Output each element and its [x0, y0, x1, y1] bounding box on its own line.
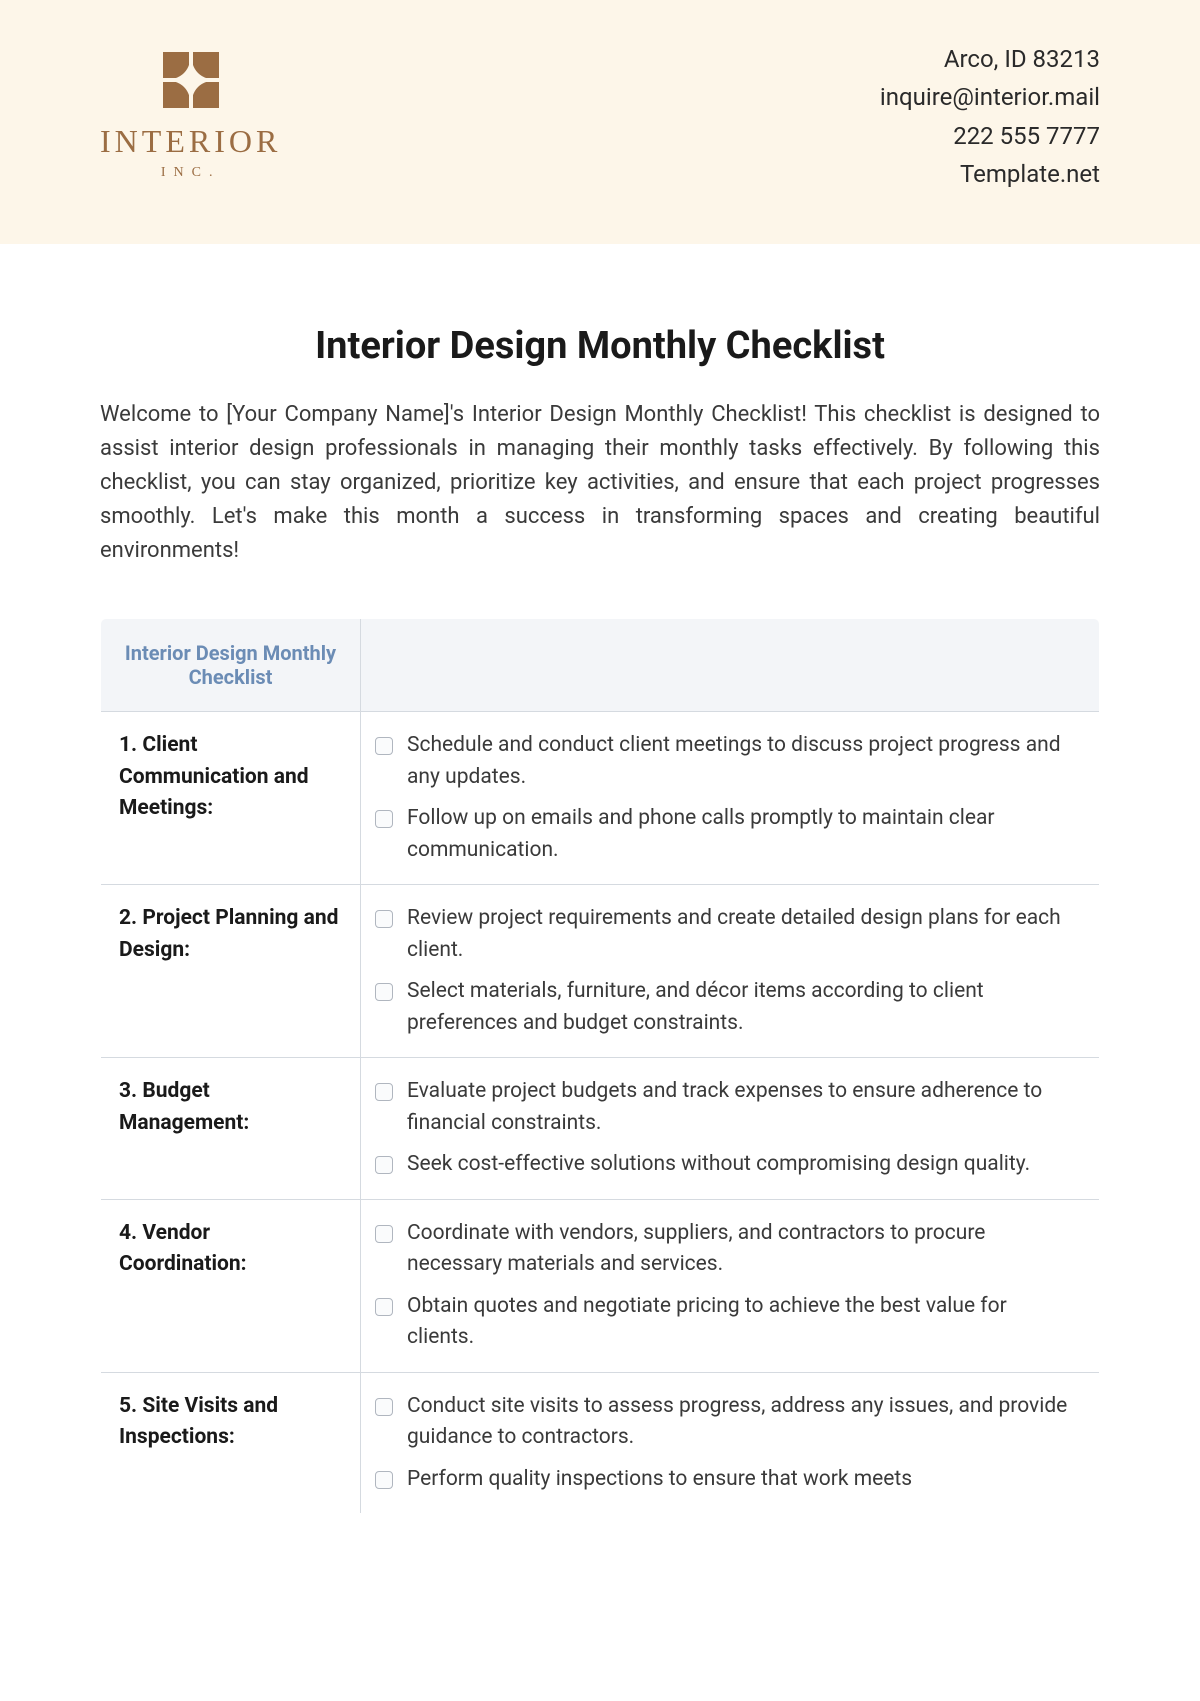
task-item: Review project requirements and create d… [375, 903, 1079, 966]
checkbox[interactable] [375, 1298, 393, 1316]
checkbox[interactable] [375, 1083, 393, 1101]
task-item: Perform quality inspections to ensure th… [375, 1464, 1079, 1496]
contact-website: Template.net [880, 155, 1100, 193]
task-text: Follow up on emails and phone calls prom… [407, 803, 1079, 866]
task-text: Perform quality inspections to ensure th… [407, 1464, 912, 1496]
task-text: Obtain quotes and negotiate pricing to a… [407, 1291, 1079, 1354]
company-suffix: INC. [161, 165, 221, 181]
page-header: INTERIOR INC. Arco, ID 83213 inquire@int… [0, 0, 1200, 244]
contact-phone: 222 555 7777 [880, 117, 1100, 155]
table-row: 1. Client Communication and Meetings: Sch… [101, 712, 1100, 885]
task-item: Obtain quotes and negotiate pricing to a… [375, 1291, 1079, 1354]
table-row: 5. Site Visits and Inspections: Conduct s… [101, 1372, 1100, 1514]
checkbox[interactable] [375, 1225, 393, 1243]
task-item: Follow up on emails and phone calls prom… [375, 803, 1079, 866]
task-text: Evaluate project budgets and track expen… [407, 1076, 1079, 1139]
category-label: 5. Site Visits and Inspections: [119, 1391, 342, 1454]
contact-email: inquire@interior.mail [880, 78, 1100, 116]
task-text: Coordinate with vendors, suppliers, and … [407, 1218, 1079, 1281]
checkbox[interactable] [375, 810, 393, 828]
task-text: Select materials, furniture, and décor i… [407, 976, 1079, 1039]
table-row: 4. Vendor Coordination: Coordinate with v… [101, 1199, 1100, 1372]
content-area: Interior Design Monthly Checklist Welcom… [0, 244, 1200, 1514]
category-label: 2. Project Planning and Design: [119, 903, 342, 966]
table-header-row: Interior Design Monthly Checklist [101, 619, 1100, 712]
logo-section: INTERIOR INC. [100, 52, 281, 181]
checkbox[interactable] [375, 1398, 393, 1416]
table-row: 3. Budget Management: Evaluate project bu… [101, 1058, 1100, 1200]
table-header-label: Interior Design Monthly Checklist [121, 641, 340, 689]
logo-icon [163, 52, 219, 108]
category-label: 3. Budget Management: [119, 1076, 342, 1139]
task-item: Conduct site visits to assess progress, … [375, 1391, 1079, 1454]
contact-info: Arco, ID 83213 inquire@interior.mail 222… [880, 40, 1100, 194]
checkbox[interactable] [375, 1156, 393, 1174]
category-label: 1. Client Communication and Meetings: [119, 730, 342, 825]
task-text: Schedule and conduct client meetings to … [407, 730, 1079, 793]
task-text: Review project requirements and create d… [407, 903, 1079, 966]
page-title: Interior Design Monthly Checklist [100, 324, 1100, 368]
checkbox[interactable] [375, 983, 393, 1001]
task-text: Seek cost-effective solutions without co… [407, 1149, 1030, 1181]
task-item: Coordinate with vendors, suppliers, and … [375, 1218, 1079, 1281]
task-item: Schedule and conduct client meetings to … [375, 730, 1079, 793]
task-item: Select materials, furniture, and décor i… [375, 976, 1079, 1039]
checkbox[interactable] [375, 737, 393, 755]
task-text: Conduct site visits to assess progress, … [407, 1391, 1079, 1454]
checklist-table: Interior Design Monthly Checklist 1. Cli… [100, 618, 1100, 1514]
checkbox[interactable] [375, 1471, 393, 1489]
task-item: Evaluate project budgets and track expen… [375, 1076, 1079, 1139]
category-label: 4. Vendor Coordination: [119, 1218, 342, 1281]
task-item: Seek cost-effective solutions without co… [375, 1149, 1079, 1181]
company-name: INTERIOR [100, 123, 281, 160]
table-row: 2. Project Planning and Design: Review pr… [101, 885, 1100, 1058]
intro-paragraph: Welcome to [Your Company Name]'s Interio… [100, 398, 1100, 568]
contact-address: Arco, ID 83213 [880, 40, 1100, 78]
checkbox[interactable] [375, 910, 393, 928]
